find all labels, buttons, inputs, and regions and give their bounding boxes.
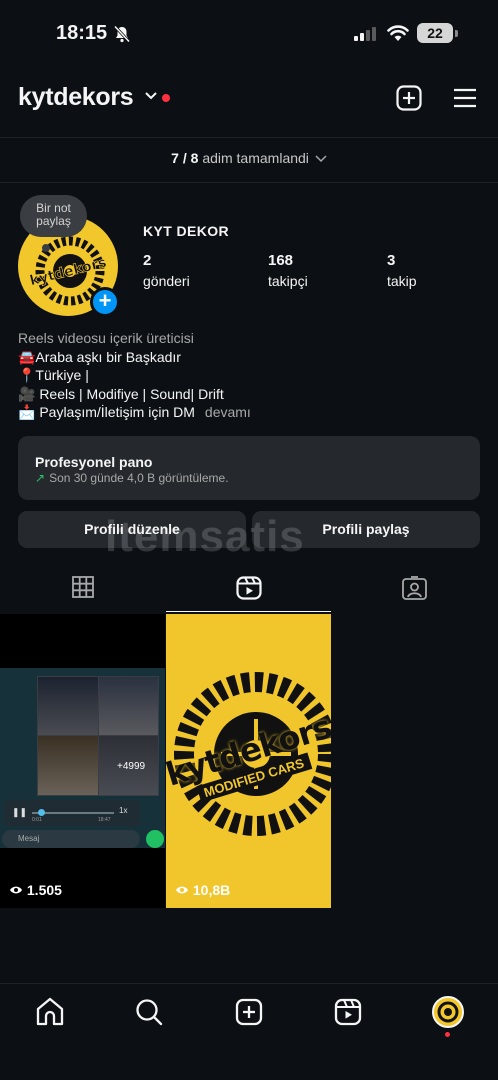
chevron-down-icon [315,155,327,163]
post-thumbnail[interactable]: kytdekors MODIFIED CARS 10,8B [166,614,331,908]
view-count: 10,8B [192,882,231,898]
display-name: KYT DEKOR [143,223,230,239]
audio-time-start: 0:01 [32,817,42,823]
audio-speed: 1x [119,806,128,815]
stat-following-count: 3 [387,252,396,269]
bio-line: 🚘Araba aşkı bir Başkadır [18,348,181,365]
tagged-tab-icon[interactable] [402,576,427,600]
home-icon[interactable] [36,997,64,1027]
bio: Reels videosu içerik üreticisi 🚘Araba aş… [18,329,251,422]
audio-knob [38,809,45,816]
view-count-row: 1.505 [9,882,62,898]
note-bubble[interactable]: Bir not paylaş [20,195,87,237]
bio-line: 🎥 Reels | Modifiye | Sound| Drift [18,385,224,402]
dashboard-title: Profesyonel pano [35,454,153,470]
onboarding-progress[interactable]: 7 / 8 adim tamamlandi [0,150,498,166]
tire-logo-icon [437,1001,459,1023]
professional-dashboard[interactable]: Profesyonel pano ↗ Son 30 günde 4,0 B gör… [18,436,480,500]
trend-up-icon: ↗ [35,471,46,485]
profile-avatar-tab[interactable] [432,996,464,1028]
stat-followers[interactable]: 168 takipçi [268,252,308,289]
eye-icon [176,886,188,894]
wifi-icon [387,25,409,41]
watermark: itemsatis [105,512,305,561]
stat-posts[interactable]: 2 gönderi [143,252,190,289]
pause-icon: ❚❚ [12,807,28,817]
eye-icon [10,886,22,894]
stat-followers-label: takipçi [268,273,308,289]
stat-following[interactable]: 3 takip [387,252,417,289]
stat-posts-label: gönderi [143,273,190,289]
collage-photo [38,677,98,735]
grid-tab-icon[interactable] [72,576,94,598]
dashboard-subtitle: Son 30 günde 4,0 B görüntüleme. [49,471,229,485]
stat-followers-count: 168 [268,252,294,269]
battery-indicator: 22 [417,23,453,43]
create-post-icon[interactable] [396,85,422,111]
view-count-row: 10,8B [175,882,230,898]
notification-dot [162,94,170,102]
menu-icon[interactable] [453,87,477,109]
bio-category: Reels videosu içerik üreticisi [18,330,194,346]
post-thumbnail[interactable]: +4999 ❚❚ 1x 0:01 18:47 Mesaj 1.505 [0,614,165,908]
header-divider [0,137,498,138]
collage-photo [99,677,158,735]
voice-message: ❚❚ 1x 0:01 18:47 [4,800,140,826]
dashboard-subtitle-row: ↗ Son 30 günde 4,0 B görüntüleme. [35,471,229,485]
bell-off-icon [113,25,131,43]
bio-line: 📍Türkiye | [18,367,89,383]
progress-count: 7 / 8 [171,150,199,166]
profile-notification-dot [445,1032,450,1037]
progress-label: adim tamamlandi [202,150,309,166]
username-switcher[interactable]: kytdekors [18,83,134,112]
active-tab-indicator [166,611,331,612]
status-time: 18:15 [56,22,108,44]
collage-count: +4999 [117,761,146,772]
progress-divider [0,182,498,183]
mic-icon [146,830,164,848]
view-count: 1.505 [26,882,62,898]
message-bar: Mesaj [2,830,140,848]
collage-photo [38,736,98,795]
reels-icon[interactable] [334,997,362,1027]
reels-tab-icon[interactable] [236,576,262,600]
cellular-signal-icon [354,27,376,41]
message-placeholder: Mesaj [18,834,40,843]
stat-following-label: takip [387,273,417,289]
battery-cap [455,30,458,37]
bio-line: 📩 Paylaşım/İletişim için DM [18,404,195,420]
stat-posts-count: 2 [143,252,152,269]
chevron-down-icon[interactable] [144,91,158,101]
add-story-button[interactable]: + [90,287,120,317]
note-line2: paylaş [36,214,71,228]
search-icon[interactable] [135,997,163,1027]
photo-collage: +4999 [37,676,159,796]
audio-time-end: 18:47 [98,817,111,823]
note-bubble-tail [42,244,50,252]
bio-more-link[interactable]: devamı [205,404,251,420]
create-icon[interactable] [235,997,263,1027]
